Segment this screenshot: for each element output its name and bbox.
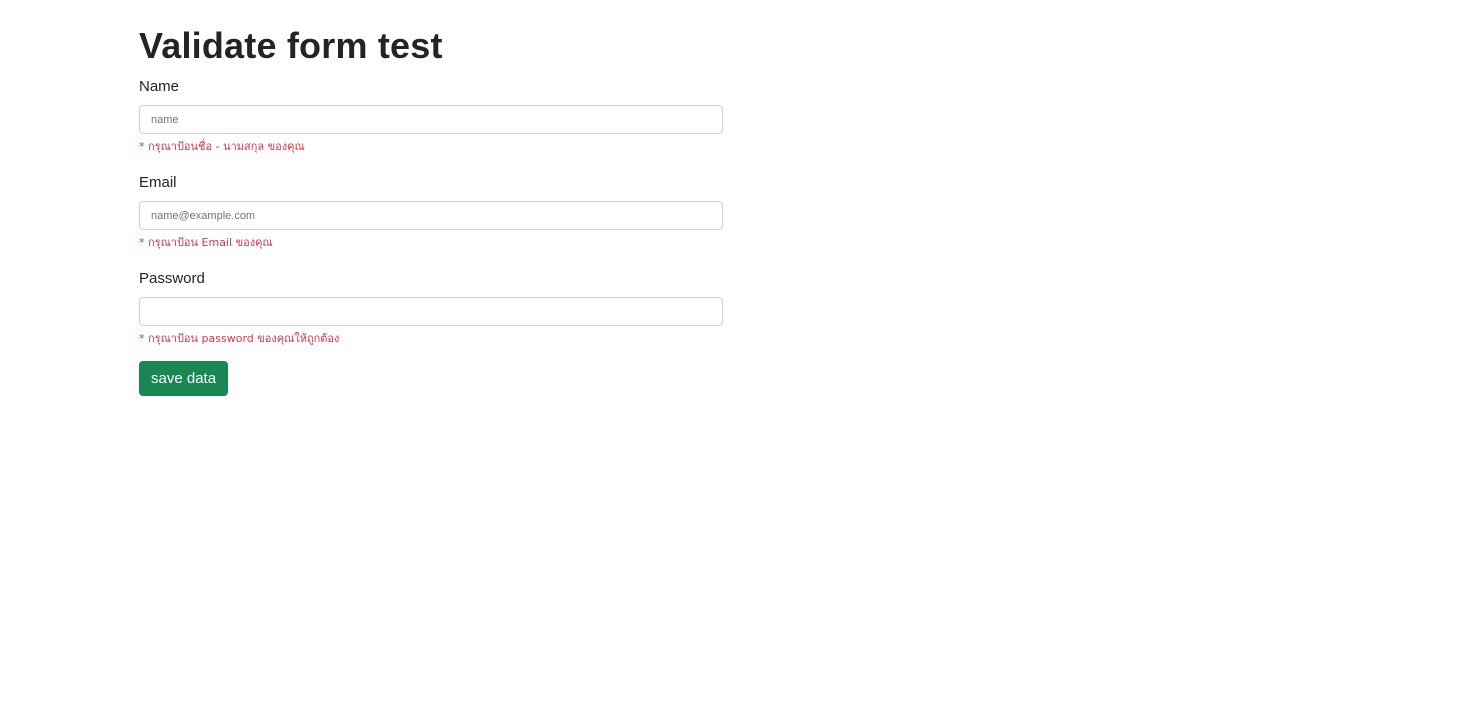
password-input[interactable]: [139, 297, 723, 326]
name-input[interactable]: [139, 105, 723, 134]
email-field-group: Email * กรุณาป้อน Email ของคุณ: [139, 173, 723, 250]
name-error-message: * กรุณาป้อนชื่อ - นามสกุล ของคุณ: [139, 140, 305, 153]
name-field-group: Name * กรุณาป้อนชื่อ - นามสกุล ของคุณ: [139, 77, 723, 154]
password-label: Password: [139, 270, 205, 287]
email-error-message: * กรุณาป้อน Email ของคุณ: [139, 236, 273, 249]
email-input[interactable]: [139, 201, 723, 230]
password-field-group: Password * กรุณาป้อน password ของคุณให้ถ…: [139, 269, 723, 346]
email-label: Email: [139, 174, 177, 191]
form-container: Validate form test Name * กรุณาป้อนชื่อ …: [139, 0, 723, 396]
save-data-button[interactable]: save data: [139, 361, 229, 396]
page-title: Validate form test: [139, 25, 443, 66]
password-error-message: * กรุณาป้อน password ของคุณให้ถูกต้อง: [139, 332, 340, 345]
name-label: Name: [139, 78, 180, 95]
